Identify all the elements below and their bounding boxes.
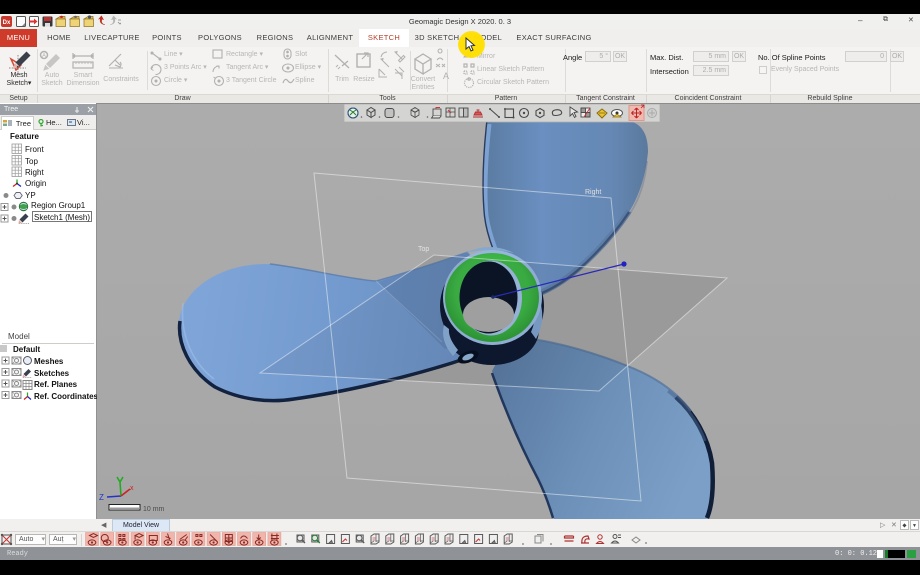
- svg-text:Right: Right: [585, 189, 601, 196]
- svg-text:x: x: [130, 485, 134, 492]
- svg-text:10 mm: 10 mm: [143, 506, 165, 513]
- svg-text:A: A: [42, 54, 46, 60]
- svg-text:Top: Top: [418, 246, 429, 253]
- svg-text:A: A: [443, 71, 449, 81]
- svg-text:Z: Z: [99, 493, 104, 502]
